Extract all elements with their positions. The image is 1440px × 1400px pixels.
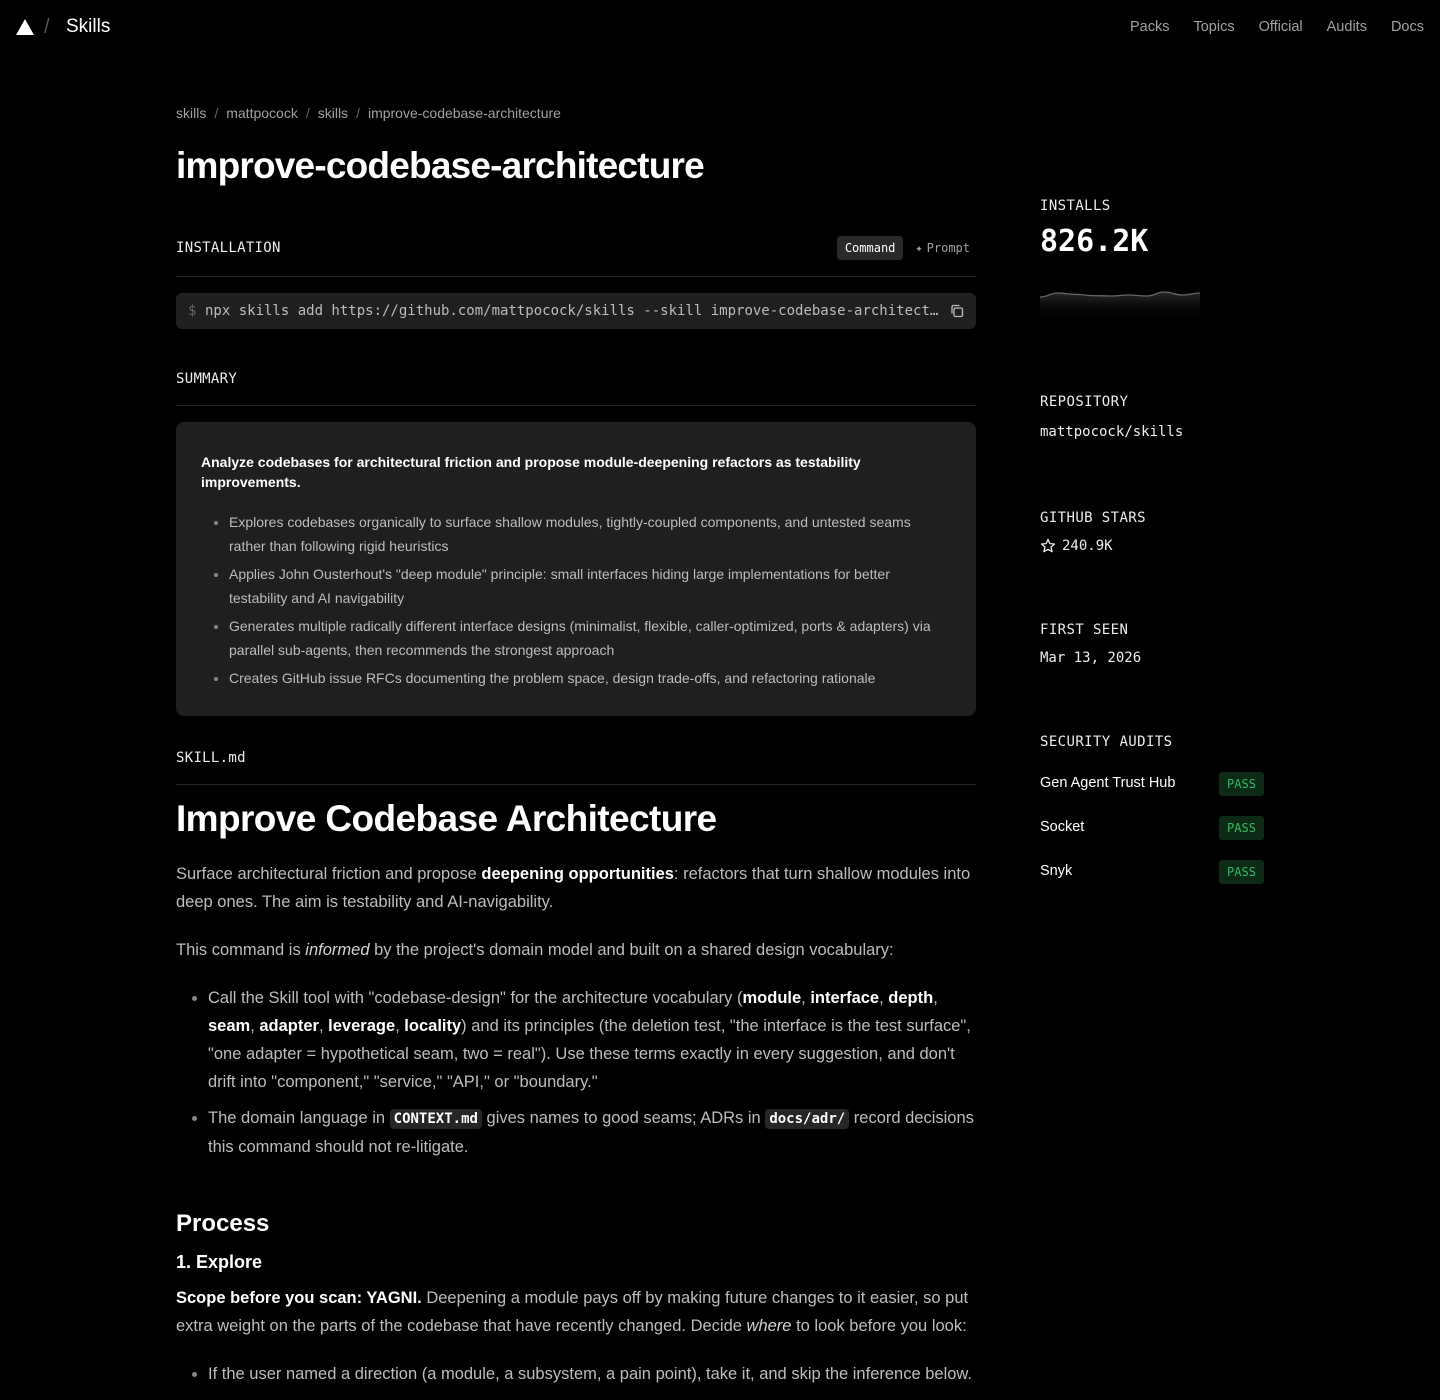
breadcrumb-current: improve-codebase-architecture (367, 105, 561, 121)
list-item: If the user named a direction (a module,… (208, 1360, 976, 1388)
breadcrumb-sep: / (356, 105, 360, 121)
inline-code: CONTEXT.md (389, 1109, 482, 1129)
term: leverage (328, 1017, 396, 1035)
repository-label: REPOSITORY (1040, 394, 1129, 410)
nav-audits[interactable]: Audits (1327, 19, 1367, 35)
breadcrumb-sep: / (305, 105, 310, 121)
install-mode-toggle: Command ✦ Prompt (836, 236, 976, 260)
stars-value: 240.9K (1062, 538, 1113, 554)
audit-row[interactable]: Gen Agent Trust Hub PASS (1040, 772, 1264, 796)
logo-triangle-icon[interactable] (16, 19, 34, 35)
star-icon (1040, 538, 1056, 553)
text: This command is (176, 941, 306, 959)
divider (176, 276, 976, 277)
stars-label: GITHUB STARS (1040, 510, 1146, 526)
breadcrumb: skills / mattpocock / skills / improve-codebas… (176, 105, 561, 121)
installs-value: 826.2K (1040, 224, 1149, 259)
breadcrumb-sep: / (214, 105, 219, 121)
top-bar: / Skills Packs Topics Official Audits Do… (0, 0, 1440, 56)
top-nav: Packs Topics Official Audits Docs (1130, 19, 1424, 35)
nav-official[interactable]: Official (1259, 19, 1303, 35)
page-title: improve-codebase-architecture (176, 145, 705, 186)
text: The domain language in (208, 1109, 390, 1127)
summary-lead: Analyze codebases for architectural fric… (201, 454, 861, 490)
italic-text: where (746, 1317, 792, 1335)
brand-name[interactable]: Skills (66, 16, 110, 38)
skill-informed: This command is informed by the project'… (176, 936, 976, 964)
nav-topics[interactable]: Topics (1193, 19, 1234, 35)
prompt-symbol: $ (188, 303, 197, 319)
divider (176, 405, 976, 406)
audit-name: Socket (1040, 819, 1085, 835)
breadcrumb-owner[interactable]: mattpocock (226, 105, 298, 121)
install-command-box: $ npx skills add https://github.com/matt… (176, 293, 976, 329)
copy-icon[interactable] (950, 304, 964, 318)
audit-row[interactable]: Socket PASS (1040, 816, 1264, 840)
text: gives names to good seams; ADRs in (481, 1109, 766, 1127)
scope-paragraph: Scope before you scan: YAGNI. Deepening … (176, 1284, 976, 1340)
summary-card: Analyze codebases for architectural fric… (176, 422, 976, 716)
first-seen-label: FIRST SEEN (1040, 622, 1129, 638)
skill-md-label: SKILL.md (176, 750, 246, 766)
scope-list: If the user named a direction (a module,… (176, 1360, 976, 1396)
sparkline-area (1040, 292, 1200, 322)
tab-prompt[interactable]: ✦ Prompt (909, 236, 976, 260)
process-heading: Process (176, 1210, 270, 1237)
term: seam (208, 1017, 251, 1035)
audit-row[interactable]: Snyk PASS (1040, 860, 1264, 884)
installs-label: INSTALLS (1040, 198, 1111, 214)
emphasis: Scope before you scan: YAGNI. (176, 1289, 422, 1307)
list-item: The domain language in CONTEXT.md gives … (208, 1104, 976, 1161)
audit-name: Gen Agent Trust Hub (1040, 775, 1176, 791)
status-badge: PASS (1219, 860, 1264, 884)
audit-name: Snyk (1040, 863, 1073, 879)
tab-command[interactable]: Command (836, 236, 904, 260)
italic-text: informed (305, 941, 370, 959)
text: by the project's domain model and built … (369, 941, 894, 959)
security-audits-label: SECURITY AUDITS (1040, 734, 1173, 750)
summary-item: Explores codebases organically to surfac… (229, 510, 951, 558)
list-item: Call the Skill tool with "codebase-desig… (208, 984, 976, 1096)
installs-sparkline (1040, 291, 1200, 322)
inline-code: docs/adr/ (765, 1109, 850, 1129)
summary-label: SUMMARY (176, 371, 238, 387)
breadcrumb-repo[interactable]: skills (318, 105, 348, 121)
sparkle-icon: ✦ (915, 241, 923, 255)
term: interface (810, 989, 880, 1007)
term: locality (404, 1017, 462, 1035)
nav-packs[interactable]: Packs (1130, 19, 1170, 35)
install-command-text[interactable]: npx skills add https://github.com/mattpo… (205, 303, 940, 319)
text: ) and its principles (the deletion test,… (208, 1017, 971, 1091)
summary-item: Applies John Ousterhout's "deep module" … (229, 562, 951, 610)
text: Surface architectural friction and propo… (176, 865, 482, 883)
skill-intro: Surface architectural friction and propo… (176, 860, 976, 916)
breadcrumb-skills[interactable]: skills (176, 105, 206, 121)
tab-prompt-label: Prompt (926, 241, 970, 255)
skill-heading: Improve Codebase Architecture (176, 798, 717, 839)
status-badge: PASS (1219, 816, 1264, 840)
term: depth (888, 989, 934, 1007)
header-separator: / (44, 16, 50, 38)
summary-list: Explores codebases organically to surfac… (201, 510, 951, 690)
emphasis: deepening opportunities (481, 865, 674, 883)
status-badge: PASS (1219, 772, 1264, 796)
summary-item: Creates GitHub issue RFCs documenting th… (229, 666, 951, 690)
divider (176, 784, 976, 785)
installation-label: INSTALLATION (176, 240, 281, 256)
nav-docs[interactable]: Docs (1391, 19, 1424, 35)
summary-item: Generates multiple radically different i… (229, 614, 951, 662)
repository-link[interactable]: mattpocock/skills (1040, 424, 1183, 440)
term: adapter (259, 1017, 319, 1035)
term: module (742, 989, 802, 1007)
text: Call the Skill tool with "codebase-desig… (208, 989, 743, 1007)
text: to look before you look: (791, 1317, 967, 1335)
explore-heading: 1. Explore (176, 1252, 263, 1272)
first-seen-value: Mar 13, 2026 (1040, 650, 1142, 666)
vocab-list: Call the Skill tool with "codebase-desig… (176, 984, 976, 1169)
